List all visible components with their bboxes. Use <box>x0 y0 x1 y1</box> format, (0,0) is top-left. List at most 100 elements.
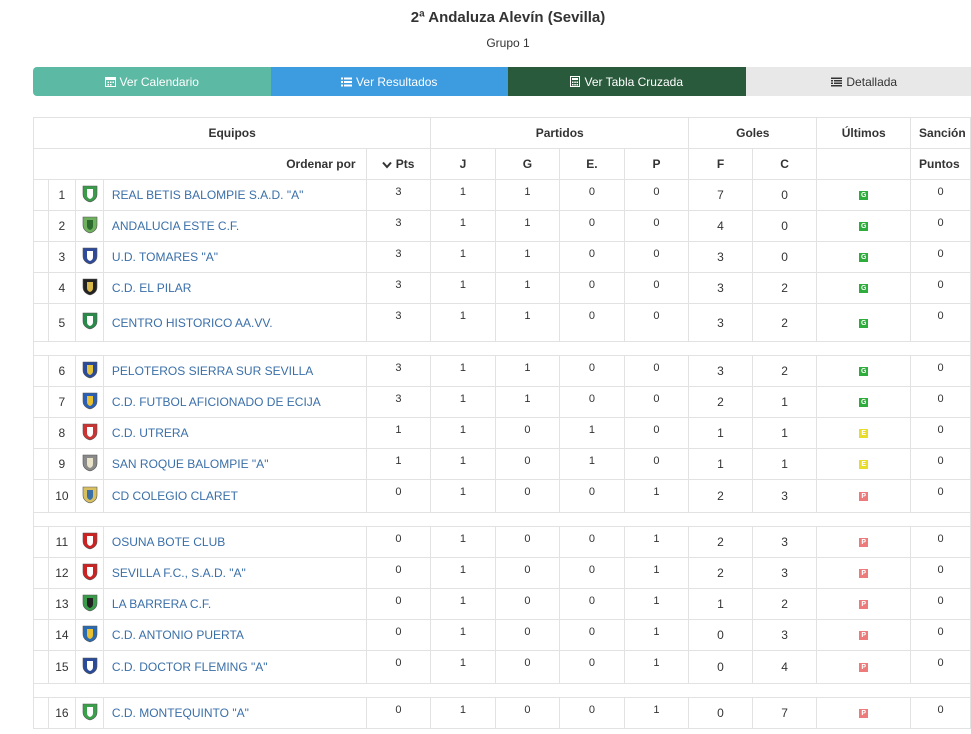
position-cell: 4 <box>47 272 77 304</box>
won-cell: 1 <box>494 179 561 211</box>
goals-against-cell: 2 <box>751 303 818 342</box>
team-name-link[interactable]: CD COLEGIO CLARET <box>102 479 367 513</box>
goals-for-cell: 0 <box>688 650 753 684</box>
row-margin-cell <box>33 588 49 620</box>
lost-cell: 1 <box>623 479 690 513</box>
lost-cell: 0 <box>623 303 690 342</box>
won-cell: 1 <box>494 241 561 273</box>
goals-for-cell: 0 <box>688 697 753 729</box>
won-cell: 0 <box>494 650 561 684</box>
result-badge: P <box>859 663 869 673</box>
won-cell: 1 <box>494 210 561 242</box>
page-subtitle: Grupo 1 <box>486 36 530 50</box>
pts-cell: 1 <box>365 448 432 480</box>
sanction-points-cell: 0 <box>910 448 971 480</box>
team-name-link[interactable]: CENTRO HISTORICO AA.VV. <box>102 303 367 342</box>
won-cell: 0 <box>494 417 561 449</box>
tab-ver-tabla-cruzada[interactable]: Ver Tabla Cruzada <box>508 67 746 96</box>
last-results-cell: P <box>816 526 912 558</box>
played-cell: 1 <box>430 210 496 242</box>
table-row: 15 C.D. DOCTOR FLEMING "A" 0 1 0 0 1 0 4 P 0 <box>33 650 971 684</box>
table-row: 7 C.D. FUTBOL AFICIONADO DE ECIJA 3 1 1 0 0 2 1 G… <box>33 386 971 418</box>
team-name-link[interactable]: ANDALUCIA ESTE C.F. <box>102 210 367 242</box>
header-sancion: Sanción <box>910 117 971 149</box>
team-name-link[interactable]: C.D. ANTONIO PUERTA <box>102 619 367 651</box>
tab-detallada[interactable]: Detallada <box>745 67 971 96</box>
result-badge: E <box>859 460 869 470</box>
table-row: 9 SAN ROQUE BALOMPIE "A" 1 1 0 1 0 1 1 E 0 <box>33 448 971 480</box>
table-row: 6 PELOTEROS SIERRA SUR SEVILLA 3 1 1 0 0 3 2 G 0 <box>33 355 971 387</box>
pts-cell: 3 <box>365 355 432 387</box>
team-name-link[interactable]: U.D. TOMARES "A" <box>102 241 367 273</box>
lost-cell: 1 <box>623 697 690 729</box>
sanction-points-cell: 0 <box>910 179 971 211</box>
lost-cell: 0 <box>623 272 690 304</box>
team-name-link[interactable]: SEVILLA F.C., S.A.D. "A" <box>102 557 367 589</box>
team-logo-cell <box>75 650 104 684</box>
team-crest-icon <box>82 532 97 549</box>
lost-cell: 1 <box>623 650 690 684</box>
sort-label: Ordenar por <box>33 148 367 180</box>
pts-cell: 0 <box>365 588 432 620</box>
result-badge: P <box>859 538 869 548</box>
last-results-cell: G <box>816 386 912 418</box>
drawn-cell: 0 <box>559 179 625 211</box>
goals-against-cell: 1 <box>751 386 818 418</box>
last-results-cell: E <box>816 448 912 480</box>
spacer-cell <box>33 683 971 698</box>
team-logo-cell <box>75 588 104 620</box>
goals-for-cell: 2 <box>688 557 753 589</box>
row-margin-cell <box>33 272 49 304</box>
goals-against-cell: 0 <box>751 241 818 273</box>
sanction-points-cell: 0 <box>910 272 971 304</box>
team-logo-cell <box>75 179 104 211</box>
position-cell: 3 <box>47 241 77 273</box>
tab-ver-calendario[interactable]: Ver Calendario <box>33 67 271 96</box>
tab-ver-resultados[interactable]: Ver Resultados <box>270 67 508 96</box>
standings-body: 1 REAL BETIS BALOMPIE S.A.D. "A" 3 1 1 0 0 7 0 G 0… <box>33 179 971 729</box>
pts-cell: 3 <box>365 303 432 342</box>
team-name-link[interactable]: REAL BETIS BALOMPIE S.A.D. "A" <box>102 179 367 211</box>
tab-label: Ver Resultados <box>356 74 438 89</box>
team-name-link[interactable]: C.D. EL PILAR <box>102 272 367 304</box>
position-cell: 8 <box>47 417 77 449</box>
drawn-cell: 0 <box>559 650 625 684</box>
position-cell: 14 <box>47 619 77 651</box>
row-margin-cell <box>33 241 49 273</box>
team-name-link[interactable]: PELOTEROS SIERRA SUR SEVILLA <box>102 355 367 387</box>
team-name-link[interactable]: OSUNA BOTE CLUB <box>102 526 367 558</box>
drawn-cell: 1 <box>559 417 625 449</box>
result-badge: P <box>859 492 869 502</box>
position-cell: 5 <box>47 303 77 342</box>
chevron-down-icon <box>382 161 393 169</box>
sanction-points-cell: 0 <box>910 210 971 242</box>
team-name-link[interactable]: C.D. UTRERA <box>102 417 367 449</box>
lost-cell: 0 <box>623 179 690 211</box>
row-margin-cell <box>33 557 49 589</box>
sort-pts-button[interactable]: Pts <box>365 148 432 180</box>
row-margin-cell <box>33 355 49 387</box>
team-name-link[interactable]: LA BARRERA C.F. <box>102 588 367 620</box>
team-name-link[interactable]: C.D. DOCTOR FLEMING "A" <box>102 650 367 684</box>
sanction-points-cell: 0 <box>910 557 971 589</box>
row-margin-cell <box>33 210 49 242</box>
detail-list-icon <box>831 77 843 86</box>
last-results-cell: G <box>816 303 912 342</box>
row-margin-cell <box>33 619 49 651</box>
team-name-link[interactable]: SAN ROQUE BALOMPIE "A" <box>102 448 367 480</box>
header-ultimos: Últimos <box>816 117 912 149</box>
won-cell: 1 <box>494 303 561 342</box>
last-results-cell: P <box>816 619 912 651</box>
team-logo-cell <box>75 417 104 449</box>
team-name-link[interactable]: C.D. MONTEQUINTO "A" <box>102 697 367 729</box>
played-cell: 1 <box>430 619 496 651</box>
position-cell: 12 <box>47 557 77 589</box>
team-name-link[interactable]: C.D. FUTBOL AFICIONADO DE ECIJA <box>102 386 367 418</box>
played-cell: 1 <box>430 386 496 418</box>
result-badge: G <box>859 398 869 408</box>
lost-cell: 0 <box>623 241 690 273</box>
drawn-cell: 1 <box>559 448 625 480</box>
goals-against-cell: 0 <box>751 210 818 242</box>
team-crest-icon <box>82 185 97 202</box>
sanction-points-cell: 0 <box>910 386 971 418</box>
